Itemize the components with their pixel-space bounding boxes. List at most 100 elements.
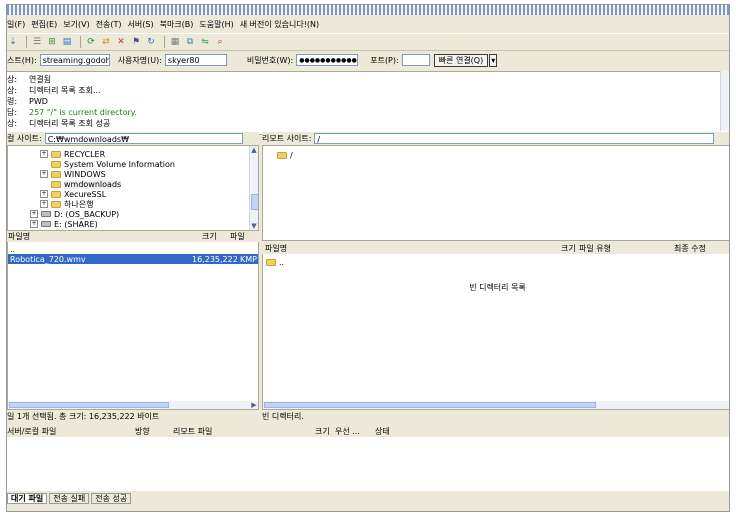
remote-site-bar: 리모트 사이트: /	[262, 132, 729, 145]
local-col-size[interactable]: 크기	[202, 231, 230, 242]
local-path-input[interactable]: C:₩wmdownloads₩	[44, 133, 243, 144]
log-text: 디렉터리 목록 조회 성공	[29, 119, 111, 128]
menu-item-0[interactable]: 일(F)	[7, 19, 31, 30]
local-file-row[interactable]: Robotica_720.wmv 16,235,222 KMP	[8, 254, 258, 264]
menu-item-4[interactable]: 서버(S)	[128, 19, 160, 30]
queue-list	[7, 437, 729, 491]
drive-icon	[41, 221, 51, 227]
remote-col-modified[interactable]: 최종 수정	[674, 243, 706, 254]
local-tree-item[interactable]: + 하나은행	[40, 199, 93, 209]
log-text: 디렉터리 목록 조회...	[29, 86, 101, 95]
remote-tree-root[interactable]: /	[277, 150, 293, 160]
local-status: 일 1개 선택됨. 총 크기: 16,235,222 바이트	[7, 410, 259, 422]
menu-item-6[interactable]: 도움말(H)	[199, 19, 239, 30]
remote-hscrollbar[interactable]	[263, 401, 729, 409]
queue-col-status[interactable]: 상태	[375, 426, 390, 437]
menu-item-2[interactable]: 보기(V)	[63, 19, 95, 30]
scroll-thumb[interactable]	[251, 194, 258, 210]
tree-icon[interactable]: ⊞	[46, 36, 58, 48]
port-input[interactable]	[401, 54, 430, 66]
local-status-text: 일 1개 선택됨. 총 크기: 16,235,222 바이트	[7, 411, 160, 421]
log-prefix: 답:	[7, 108, 18, 117]
queue-tab-2[interactable]: 전송 성공	[91, 492, 132, 504]
local-tree-item[interactable]: wmdownloads	[40, 179, 122, 189]
remote-file-name: ..	[279, 257, 285, 267]
queue-col-direction[interactable]: 방향	[135, 426, 173, 437]
expander-icon[interactable]: +	[40, 150, 48, 158]
message-log: 상: 연결됨 상: 디렉터리 목록 조회... 령: PWD 답: 257 "/" is cu…	[7, 71, 729, 135]
log-text: 연결됨	[29, 75, 52, 84]
local-site-label: 컬 사이트:	[7, 134, 42, 143]
queue-tab-0[interactable]: 대기 파일	[7, 492, 48, 504]
remote-col-filename[interactable]: 파일명	[262, 243, 561, 254]
local-tree-scrollbar[interactable]: ▲ ▼	[249, 146, 258, 230]
remote-col-type[interactable]: 파일 유형	[579, 243, 674, 254]
host-label: 스트(H):	[7, 55, 37, 65]
expander-icon[interactable]: +	[30, 220, 38, 228]
expander-icon[interactable]: +	[30, 210, 38, 218]
scroll-right-arrow-icon[interactable]: ▶	[250, 401, 258, 409]
remote-status: 빈 디렉터리.	[262, 410, 729, 422]
local-tree-item[interactable]: + XecureSSL	[40, 189, 106, 199]
filezilla-window: 일(F) 편집(E) 보기(V) 전송(T) 서버(S) 북마크(B) 도움말(H) 새 버전…	[6, 4, 730, 512]
local-tree-label: WINDOWS	[64, 169, 106, 179]
disconnect-icon[interactable]: ⚑	[130, 36, 142, 48]
compare-icon[interactable]: ⧉	[184, 36, 196, 48]
host-input[interactable]: streaming.godohos	[39, 54, 110, 66]
local-file-row[interactable]: ..	[8, 244, 258, 254]
password-input[interactable]: ●●●●●●●●●●●	[296, 54, 359, 66]
hscroll-thumb[interactable]	[9, 402, 169, 408]
quickconnect-button[interactable]: 빠른 연결(Q)	[433, 53, 489, 67]
remote-file-row-parent[interactable]: ..	[266, 257, 284, 267]
filter-icon[interactable]: ▦	[169, 36, 181, 48]
username-label: 사용자명(U):	[117, 55, 162, 65]
search-icon[interactable]: ⌕	[214, 36, 226, 48]
cancel-icon[interactable]: ✕	[115, 36, 127, 48]
local-tree-item[interactable]: + WINDOWS	[40, 169, 106, 179]
menu-item-3[interactable]: 전송(T)	[96, 19, 128, 30]
local-tree-item[interactable]: + RECYCLER	[40, 149, 105, 159]
quickconnect-dropdown-button[interactable]: ▾	[489, 53, 498, 67]
empty-listing-message: 빈 디렉터리 목록	[469, 283, 526, 292]
process-queue-icon[interactable]: ⇄	[100, 36, 112, 48]
username-input[interactable]: skyer80	[164, 54, 227, 66]
remote-col-size[interactable]: 크기	[561, 243, 579, 254]
queue-tabs: 대기 파일 전송 실패 전송 성공	[7, 492, 729, 504]
folder-icon	[277, 151, 287, 159]
folder-icon	[51, 160, 61, 168]
queue-col-remote[interactable]: 리모트 파일	[173, 426, 315, 437]
local-tree-item[interactable]: System Volume Information	[40, 159, 175, 169]
log-scrollbar[interactable]	[720, 71, 729, 131]
expander-icon[interactable]: +	[40, 200, 48, 208]
site-manager-icon[interactable]: ⇣	[7, 36, 19, 48]
remote-tree-pane: /	[262, 145, 729, 241]
local-col-type[interactable]: 파일	[230, 231, 245, 242]
queue-col-size[interactable]: 크기	[315, 426, 335, 437]
menu-item-1[interactable]: 편집(E)	[31, 19, 63, 30]
scroll-down-arrow-icon[interactable]: ▼	[250, 222, 258, 230]
reconnect-icon[interactable]: ↻	[145, 36, 157, 48]
log-icon[interactable]: ☰	[31, 36, 43, 48]
local-col-filename[interactable]: 파일명	[7, 231, 202, 242]
queue-col-file[interactable]: 서버/로컬 파일	[7, 426, 135, 437]
queue-icon[interactable]: ▤	[61, 36, 73, 48]
queue-tab-1[interactable]: 전송 실패	[49, 492, 90, 504]
expander-icon[interactable]: +	[40, 190, 48, 198]
sync-icon[interactable]: ⇋	[199, 36, 211, 48]
toolbar-separator	[164, 36, 165, 48]
menu-item-5[interactable]: 북마크(B)	[160, 19, 200, 30]
local-hscrollbar[interactable]: ▶	[8, 401, 258, 409]
queue-col-priority[interactable]: 우선 ...	[335, 426, 375, 437]
scroll-up-arrow-icon[interactable]: ▲	[250, 146, 258, 154]
local-tree-item[interactable]: + E: (SHARE)	[30, 219, 98, 229]
log-entry: 상: 디렉터리 목록 조회...	[7, 85, 729, 96]
remote-path-input[interactable]: /	[314, 133, 715, 144]
local-tree-item[interactable]: + D: (OS_BACKUP)	[30, 209, 119, 219]
refresh-icon[interactable]: ⟳	[85, 36, 97, 48]
log-text: PWD	[29, 97, 48, 106]
hscroll-thumb[interactable]	[264, 402, 596, 408]
menu-bar: 일(F) 편집(E) 보기(V) 전송(T) 서버(S) 북마크(B) 도움말(H) 새 버전…	[7, 17, 729, 31]
expander-icon[interactable]: +	[40, 170, 48, 178]
toolbar: ⇣ ☰ ⊞ ▤ ⟳ ⇄ ✕ ⚑ ↻ ▦ ⧉ ⇋ ⌕	[7, 33, 729, 51]
menu-item-7[interactable]: 새 버전이 있습니다!(N)	[240, 19, 325, 30]
